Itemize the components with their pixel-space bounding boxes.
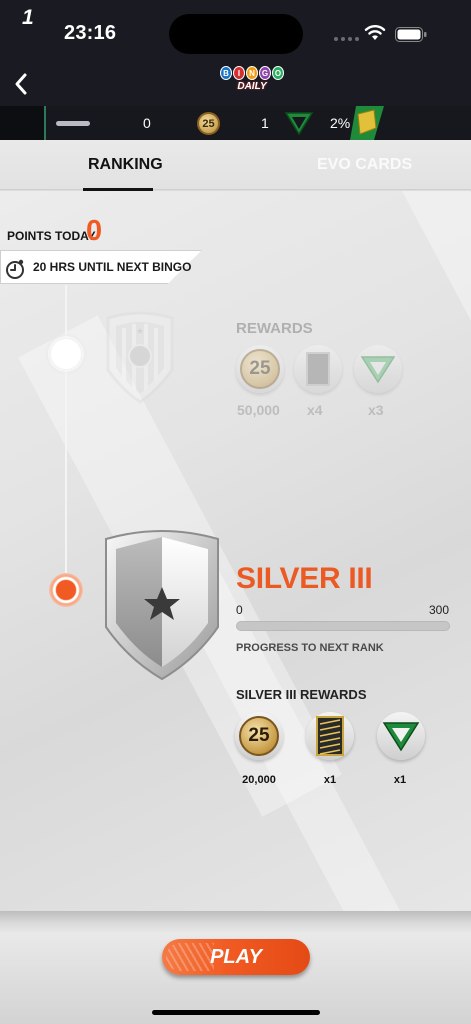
tab-ranking[interactable]: RANKING <box>88 156 163 174</box>
level-box <box>0 106 46 140</box>
timer-icon <box>6 259 24 279</box>
logo-ball: G <box>259 66 271 80</box>
rank-timeline <box>65 285 67 590</box>
home-indicator <box>152 1010 320 1015</box>
points-today-label: POINTS TODAY <box>7 229 96 243</box>
evo-triangle-icon <box>284 112 314 136</box>
progress-label: PROGRESS TO NEXT RANK <box>236 642 384 654</box>
timer-text: 20 HRS UNTIL NEXT BINGO <box>33 260 192 274</box>
current-rank-node <box>49 573 83 607</box>
logo-ball: I <box>233 66 245 80</box>
wifi-icon <box>364 25 386 40</box>
rank-progress-bar <box>236 621 450 631</box>
reward-coin: 25 <box>235 712 283 760</box>
logo-ball: B <box>220 66 232 80</box>
ranking-background <box>0 191 471 911</box>
evo-triangle-icon <box>360 356 396 384</box>
next-reward-value: 50,000 <box>237 402 280 418</box>
coin-icon: 25 <box>240 349 280 389</box>
silver-rank-shield-icon <box>105 530 219 681</box>
points-today-value: 0 <box>86 215 103 247</box>
coin-icon: 25 <box>197 112 220 135</box>
card-pack-icon <box>316 716 344 756</box>
reward-evo <box>377 712 425 760</box>
coin-icon: 25 <box>239 716 279 756</box>
reward-value: 20,000 <box>242 774 276 786</box>
next-rank-rewards-title: REWARDS <box>236 320 313 337</box>
evo-triangle-icon <box>382 722 420 752</box>
progress-min: 0 <box>236 603 243 617</box>
current-rank-name: SILVER III <box>236 562 373 595</box>
reward-pack <box>306 712 354 760</box>
next-reward-evo <box>354 345 402 393</box>
play-button[interactable]: PLAY <box>162 939 310 975</box>
player-level: 1 <box>22 6 34 29</box>
stats-bar: 0 1 2% <box>0 106 471 140</box>
cellular-signal-icon <box>334 37 359 41</box>
bingo-daily-logo: B I N G O DAILY <box>220 66 284 104</box>
evo-count: 1 <box>261 115 269 131</box>
current-rank-rewards-title: SILVER III REWARDS <box>236 687 367 702</box>
next-reward-pack <box>294 345 342 393</box>
top-header: 23:16 B I N G O DAILY <box>0 0 471 106</box>
reward-value: x1 <box>323 774 337 786</box>
xp-value: 0 <box>143 115 151 131</box>
logo-ball: N <box>246 66 258 80</box>
next-reward-value: x4 <box>307 402 323 418</box>
status-time: 23:16 <box>64 22 117 44</box>
battery-icon <box>395 27 427 42</box>
next-rank-node <box>51 339 81 369</box>
xp-progress-bar <box>56 121 90 126</box>
back-button[interactable] <box>6 66 36 102</box>
next-reward-value: x3 <box>368 402 384 418</box>
card-pack-icon <box>306 352 330 386</box>
logo-ball: O <box>272 66 284 80</box>
dynamic-island <box>169 14 303 54</box>
logo-subtitle: DAILY <box>237 81 267 92</box>
progress-max: 300 <box>429 603 450 617</box>
chevron-left-icon <box>15 73 27 95</box>
svg-text:★: ★ <box>136 327 144 337</box>
percent-value: 2% <box>330 115 351 131</box>
next-reward-coin: 25 <box>236 345 284 393</box>
reward-value: x1 <box>393 774 407 786</box>
tab-evo-cards[interactable]: EVO CARDS <box>317 156 412 174</box>
gold-pack-icon <box>350 106 384 140</box>
next-rank-shield-icon: ★ <box>106 311 174 404</box>
tab-bar: RANKING EVO CARDS <box>0 140 471 191</box>
